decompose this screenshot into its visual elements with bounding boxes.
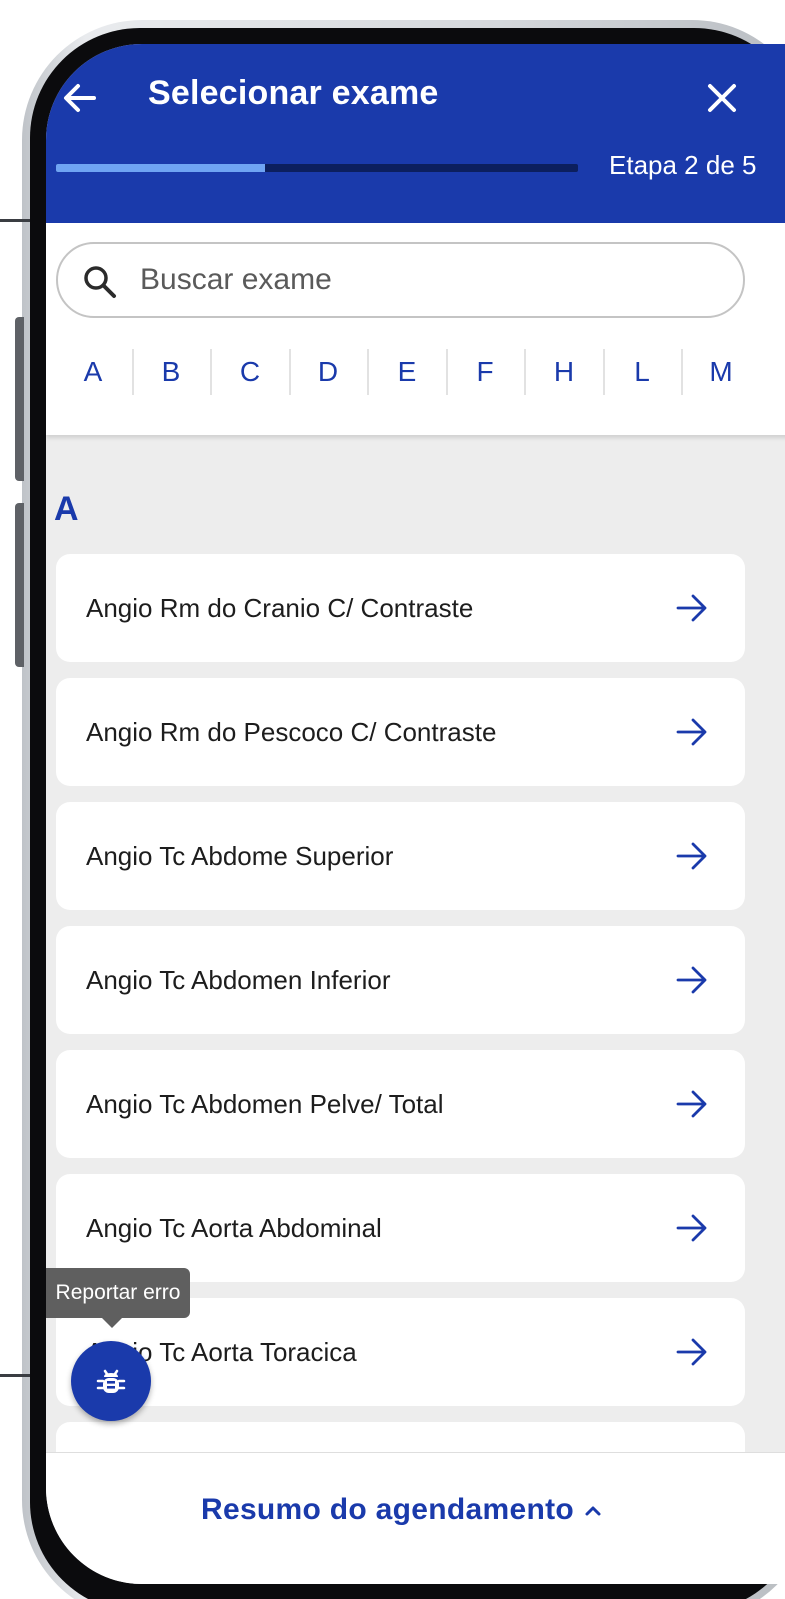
back-button[interactable] xyxy=(60,78,100,118)
chevron-up-icon xyxy=(585,1506,601,1516)
arrow-right-icon xyxy=(676,718,707,746)
progress-bar xyxy=(56,164,578,172)
report-error-button[interactable] xyxy=(71,1341,151,1421)
alphabet-letter-a[interactable]: A xyxy=(54,347,132,397)
app-header: Selecionar exame Etapa 2 de 5 xyxy=(46,44,785,223)
app-screen: Selecionar exame Etapa 2 de 5 ABCDEFHLM … xyxy=(46,44,785,1584)
phone-edge-line xyxy=(0,1374,30,1377)
alphabet-letter-m[interactable]: M xyxy=(682,347,760,397)
search-input[interactable] xyxy=(140,258,720,302)
alphabet-letter-h[interactable]: H xyxy=(525,347,603,397)
arrow-right-icon xyxy=(676,966,707,994)
section-header: A xyxy=(54,490,79,528)
exam-name: Angio Tc Abdomen Inferior xyxy=(86,964,391,995)
alphabet-letter-e[interactable]: E xyxy=(368,347,446,397)
alphabet-letter-f[interactable]: F xyxy=(446,347,524,397)
phone-volume-up-button xyxy=(15,317,24,481)
alphabet-letter-d[interactable]: D xyxy=(289,347,367,397)
alphabet-index: ABCDEFHLM xyxy=(46,347,785,397)
arrow-left-icon xyxy=(64,84,96,112)
search-panel: ABCDEFHLM xyxy=(46,223,785,435)
progress-bar-fill xyxy=(56,164,265,172)
step-indicator: Etapa 2 de 5 xyxy=(609,150,757,180)
exam-list-item[interactable]: Angio Tc Abdomen Inferior xyxy=(56,926,745,1034)
alphabet-letter-c[interactable]: C xyxy=(211,347,289,397)
alphabet-letter-l[interactable]: L xyxy=(603,347,681,397)
exam-list-item[interactable]: Angio Tc Aorta Abdominal xyxy=(56,1174,745,1282)
phone-edge-line xyxy=(0,219,30,222)
exam-name: Angio Rm do Pescoco C/ Contraste xyxy=(86,716,497,747)
schedule-summary-label: Resumo do agendamento xyxy=(201,1493,575,1526)
arrow-right-icon xyxy=(676,594,707,622)
arrow-right-icon xyxy=(676,1090,707,1118)
exam-name: Angio Tc Aorta Abdominal xyxy=(86,1212,382,1243)
schedule-summary-bar[interactable]: Resumo do agendamento xyxy=(46,1452,785,1584)
close-button[interactable] xyxy=(702,78,742,118)
arrow-right-icon xyxy=(676,1214,707,1242)
exam-list-item[interactable]: Angio Rm do Cranio C/ Contraste xyxy=(56,554,745,662)
exam-name: Angio Rm do Cranio C/ Contraste xyxy=(86,592,474,623)
page-title: Selecionar exame xyxy=(148,74,439,112)
search-field[interactable] xyxy=(56,242,745,318)
exam-name: Angio Tc Abdomen Pelve/ Total xyxy=(86,1088,444,1119)
phone-volume-down-button xyxy=(15,503,24,667)
exam-list-item[interactable]: Angio Tc Abdome Superior xyxy=(56,802,745,910)
exam-name: Angio Tc Abdome Superior xyxy=(86,840,394,871)
report-error-tooltip: Reportar erro xyxy=(46,1268,190,1318)
bug-icon xyxy=(96,1369,126,1393)
alphabet-letter-b[interactable]: B xyxy=(132,347,210,397)
tooltip-tail xyxy=(101,1317,123,1328)
arrow-right-icon xyxy=(676,842,707,870)
close-icon xyxy=(708,84,736,112)
exam-list-item[interactable]: Angio Tc Abdomen Pelve/ Total xyxy=(56,1050,745,1158)
exam-list-item[interactable]: Angio Rm do Pescoco C/ Contraste xyxy=(56,678,745,786)
arrow-right-icon xyxy=(676,1338,707,1366)
search-icon xyxy=(84,266,116,298)
